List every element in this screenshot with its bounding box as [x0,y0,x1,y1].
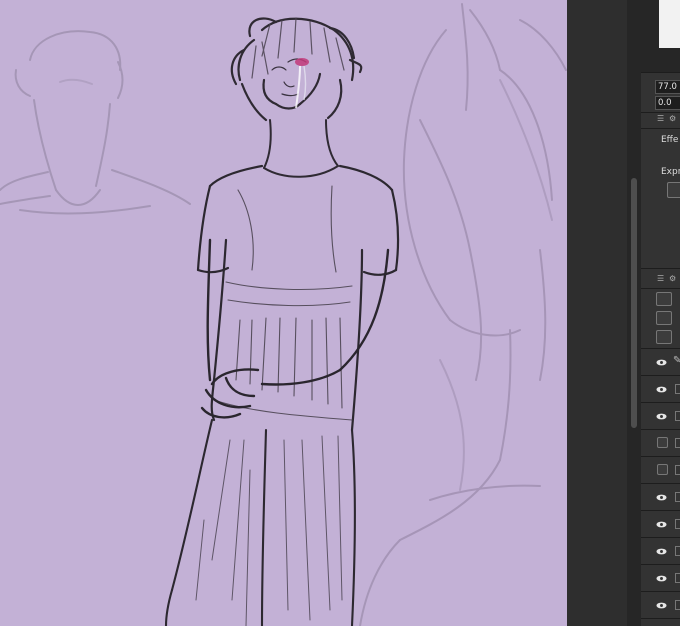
layer-row[interactable] [641,430,680,456]
sketch-artwork [0,3,567,626]
eye-icon[interactable] [656,519,667,530]
lock-icon[interactable] [675,384,680,394]
eye-icon[interactable] [656,384,667,395]
effect-label: Effe [661,135,679,145]
expression-label: Expr [661,167,680,177]
zoom-field[interactable]: 77.0 [655,80,680,94]
lock-icon[interactable] [675,600,680,610]
navigator-preview [641,0,680,72]
layer-row[interactable]: ✎ [641,349,680,375]
scrollbar-thumb[interactable] [631,178,637,428]
layer-row[interactable] [641,565,680,591]
layer-row[interactable] [641,592,680,618]
new-layer-button[interactable] [656,292,672,306]
layer-row[interactable] [641,376,680,402]
lock-icon[interactable] [675,465,680,475]
layer-menu-icon[interactable]: ☰ [657,274,664,283]
mask-layer-button[interactable] [656,330,672,344]
layer-settings-icon[interactable]: ⚙ [669,274,676,283]
eye-icon[interactable] [656,573,667,584]
layer-row[interactable] [641,403,680,429]
lock-icon[interactable] [675,411,680,421]
drawing-canvas[interactable] [0,0,567,626]
layer-row[interactable] [641,457,680,483]
pen-icon: ✎ [673,355,680,366]
eye-icon[interactable] [656,411,667,422]
lock-icon[interactable] [675,519,680,529]
lock-icon[interactable] [675,438,680,448]
layer-row[interactable] [641,484,680,510]
rotation-field[interactable]: 0.0 [655,96,680,110]
eye-icon[interactable] [656,492,667,503]
eye-icon[interactable] [656,600,667,611]
visibility-off-icon[interactable] [657,464,668,475]
lock-icon[interactable] [675,492,680,502]
lock-icon[interactable] [675,546,680,556]
eye-icon[interactable] [656,546,667,557]
expression-color-button[interactable] [667,182,680,198]
settings-icon[interactable]: ⚙ [669,114,676,123]
copy-layer-button[interactable] [656,311,672,325]
visibility-off-icon[interactable] [657,437,668,448]
side-panel: 77.0 0.0 ☰ ⚙ Effe Expr ☰ ⚙ ✎ [641,0,680,626]
canvas-gutter [567,0,627,626]
lock-icon[interactable] [675,573,680,583]
preview-thumbnail [659,0,680,48]
eye-icon[interactable] [656,357,667,368]
menu-icon[interactable]: ☰ [657,114,664,123]
layer-row[interactable] [641,538,680,564]
layer-row[interactable] [641,511,680,537]
